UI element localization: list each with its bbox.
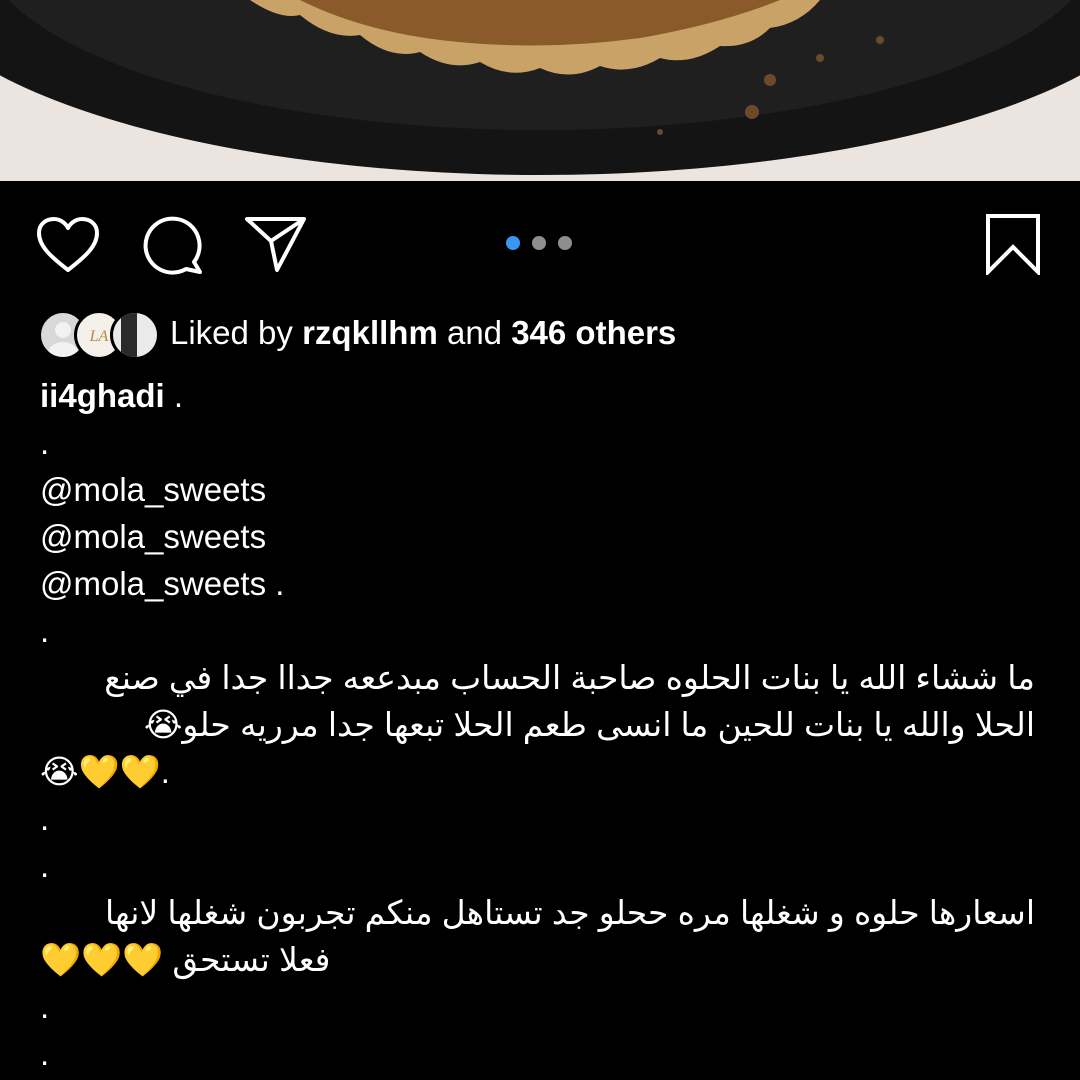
carousel-dot-2 xyxy=(532,236,546,250)
caption-arabic-line: اسعارها حلوه و شغلها مره ححلو جد تستاهل … xyxy=(104,894,1035,931)
carousel-indicator xyxy=(506,236,572,250)
post-caption: ii4ghadi . . @mola_sweets @mola_sweets @… xyxy=(40,372,1040,1077)
caption-dot: . xyxy=(40,612,50,649)
comment-icon[interactable] xyxy=(142,214,204,276)
cake-photo-image xyxy=(0,0,1080,181)
carousel-dot-1 xyxy=(506,236,520,250)
share-icon[interactable] xyxy=(244,214,308,274)
mention-link[interactable]: @mola_sweets xyxy=(40,513,1040,560)
avatar xyxy=(110,310,160,360)
caption-header: ii4ghadi . xyxy=(40,372,1040,419)
caption-dot: . xyxy=(40,1035,50,1072)
caption-arabic-line: فعلا تستحق 💛💛💛 xyxy=(40,941,331,978)
carousel-dot-3 xyxy=(558,236,572,250)
post-photo[interactable] xyxy=(0,0,1080,181)
heart-icon[interactable] xyxy=(36,216,100,274)
caption-dot: . xyxy=(40,800,50,837)
liker-username[interactable]: rzqkllhm xyxy=(302,314,438,352)
likes-prefix: Liked by xyxy=(170,314,293,351)
caption-username-suffix: . xyxy=(164,377,184,414)
caption-dot: . xyxy=(40,847,50,884)
mention-link[interactable]: @mola_sweets xyxy=(40,466,1040,513)
liker-avatars: LA xyxy=(38,310,160,360)
mention-link[interactable]: @mola_sweets . xyxy=(40,560,1040,607)
caption-dot: . xyxy=(40,988,50,1025)
likes-and: and xyxy=(446,314,503,351)
likes-row[interactable]: LA Liked by rzqkllhm and 346 others xyxy=(38,308,676,360)
bookmark-icon[interactable] xyxy=(985,213,1041,275)
svg-text:LA: LA xyxy=(89,328,109,345)
caption-username[interactable]: ii4ghadi xyxy=(40,377,165,414)
caption-dot: . xyxy=(40,424,50,461)
caption-arabic-line: الحلا والله يا بنات للحين ما انسى طعم ال… xyxy=(143,706,1035,743)
caption-emoji-line: 😭💛💛. xyxy=(40,753,170,790)
caption-arabic-line: ما ششاء الله يا بنات الحلوه صاحبة الحساب… xyxy=(104,659,1035,696)
likes-count[interactable]: 346 others xyxy=(511,314,676,352)
